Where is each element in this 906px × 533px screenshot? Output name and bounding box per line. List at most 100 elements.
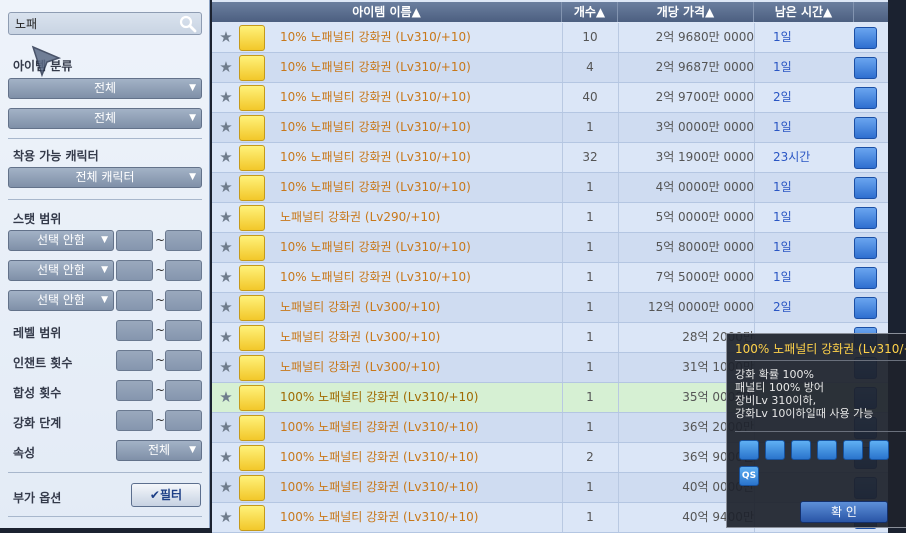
level-min-input[interactable] bbox=[116, 320, 153, 341]
buy-bag-icon[interactable] bbox=[854, 57, 877, 79]
header-quantity[interactable]: 개수▲ bbox=[562, 2, 618, 22]
divider bbox=[8, 472, 202, 473]
item-name[interactable]: 노패널티 강화권 (Lv300/+10) bbox=[280, 293, 440, 322]
table-row[interactable]: ★ 노패널티 강화권 (Lv290/+10) 1 5억 0000만 0000 1일 bbox=[212, 203, 888, 233]
item-name[interactable]: 노패널티 강화권 (Lv290/+10) bbox=[280, 203, 440, 232]
table-row[interactable]: ★ 10% 노패널티 강화권 (Lv310/+10) 1 7억 5000만 0000 1… bbox=[212, 263, 888, 293]
buy-bag-icon[interactable] bbox=[854, 147, 877, 169]
stat-select-3-value: 선택 안함 bbox=[37, 293, 85, 307]
stat-max-input-3[interactable] bbox=[165, 290, 202, 311]
category-select-1[interactable]: 전체 ▼ bbox=[8, 78, 202, 99]
favorite-star-icon[interactable]: ★ bbox=[218, 383, 234, 412]
trade-icon bbox=[869, 440, 889, 460]
enchant-min-input[interactable] bbox=[116, 350, 153, 371]
favorite-star-icon[interactable]: ★ bbox=[218, 443, 234, 472]
stat-select-3[interactable]: 선택 안함 ▼ bbox=[8, 290, 114, 311]
header-remaining-time[interactable]: 남은 시간▲ bbox=[754, 2, 854, 22]
buy-bag-icon[interactable] bbox=[854, 297, 877, 319]
table-row[interactable]: ★ 10% 노패널티 강화권 (Lv310/+10) 1 3억 0000만 0000 1… bbox=[212, 113, 888, 143]
table-row[interactable]: ★ 10% 노패널티 강화권 (Lv310/+10) 10 2억 9680만 0000… bbox=[212, 23, 888, 53]
column-divider bbox=[754, 263, 755, 292]
favorite-star-icon[interactable]: ★ bbox=[218, 23, 234, 52]
tooltip-divider bbox=[735, 360, 906, 361]
item-name[interactable]: 100% 노패널티 강화권 (Lv310/+10) bbox=[280, 443, 478, 472]
filter-button-label: 필터 bbox=[159, 488, 183, 502]
item-name[interactable]: 10% 노패널티 강화권 (Lv310/+10) bbox=[280, 53, 471, 82]
favorite-star-icon[interactable]: ★ bbox=[218, 143, 234, 172]
item-quantity: 1 bbox=[586, 300, 594, 314]
filter-button[interactable]: ✔필터 bbox=[131, 483, 201, 507]
item-name[interactable]: 노패널티 강화권 (Lv300/+10) bbox=[280, 323, 440, 352]
header-unit-price[interactable]: 개당 가격▲ bbox=[618, 2, 754, 22]
table-row[interactable]: ★ 10% 노패널티 강화권 (Lv310/+10) 4 2억 9687만 0000 1… bbox=[212, 53, 888, 83]
upgrade-level-label: 강화 단계 bbox=[13, 416, 62, 430]
item-name[interactable]: 10% 노패널티 강화권 (Lv310/+10) bbox=[280, 23, 471, 52]
favorite-star-icon[interactable]: ★ bbox=[218, 113, 234, 142]
favorite-star-icon[interactable]: ★ bbox=[218, 473, 234, 502]
buy-bag-icon[interactable] bbox=[854, 87, 877, 109]
character-select-value: 전체 캐릭터 bbox=[75, 170, 135, 184]
synthesis-min-input[interactable] bbox=[116, 380, 153, 401]
level-max-input[interactable] bbox=[165, 320, 202, 341]
item-remaining-time: 2일 bbox=[773, 300, 792, 314]
favorite-star-icon[interactable]: ★ bbox=[218, 263, 234, 292]
buy-bag-icon[interactable] bbox=[854, 177, 877, 199]
item-quantity: 1 bbox=[586, 240, 594, 254]
favorite-star-icon[interactable]: ★ bbox=[218, 83, 234, 112]
item-quantity: 10 bbox=[582, 30, 598, 44]
category-select-2[interactable]: 전체 ▼ bbox=[8, 108, 202, 129]
confirm-button[interactable]: 확 인 bbox=[800, 501, 888, 523]
attribute-select[interactable]: 전체 ▼ bbox=[116, 440, 202, 461]
favorite-star-icon[interactable]: ★ bbox=[218, 413, 234, 442]
item-remaining-time: 1일 bbox=[773, 240, 792, 254]
stat-max-input-1[interactable] bbox=[165, 230, 202, 251]
item-name[interactable]: 10% 노패널티 강화권 (Lv310/+10) bbox=[280, 83, 471, 112]
upgrade-min-input[interactable] bbox=[116, 410, 153, 431]
buy-bag-icon[interactable] bbox=[854, 27, 877, 49]
search-input[interactable] bbox=[9, 13, 169, 34]
item-name[interactable]: 10% 노패널티 강화권 (Lv310/+10) bbox=[280, 233, 471, 262]
stat-min-input-2[interactable] bbox=[116, 260, 153, 281]
buy-bag-icon[interactable] bbox=[854, 207, 877, 229]
search-box[interactable] bbox=[8, 12, 202, 35]
stat-min-input-3[interactable] bbox=[116, 290, 153, 311]
enchant-max-input[interactable] bbox=[165, 350, 202, 371]
stat-min-input-1[interactable] bbox=[116, 230, 153, 251]
stat-select-1[interactable]: 선택 안함 ▼ bbox=[8, 230, 114, 251]
favorite-star-icon[interactable]: ★ bbox=[218, 323, 234, 352]
stat-select-2[interactable]: 선택 안함 ▼ bbox=[8, 260, 114, 281]
item-name[interactable]: 10% 노패널티 강화권 (Lv310/+10) bbox=[280, 113, 471, 142]
item-name[interactable]: 100% 노패널티 강화권 (Lv310/+10) bbox=[280, 383, 478, 412]
table-row[interactable]: ★ 10% 노패널티 강화권 (Lv310/+10) 1 5억 8000만 0000 1… bbox=[212, 233, 888, 263]
item-name[interactable]: 100% 노패널티 강화권 (Lv310/+10) bbox=[280, 473, 478, 502]
table-row[interactable]: ★ 10% 노패널티 강화권 (Lv310/+10) 32 3억 1900만 0000… bbox=[212, 143, 888, 173]
table-row[interactable]: ★ 노패널티 강화권 (Lv300/+10) 1 12억 0000만 0000 2일 bbox=[212, 293, 888, 323]
buy-bag-icon[interactable] bbox=[854, 267, 877, 289]
header-item-name[interactable]: 아이템 이름▲ bbox=[212, 2, 562, 22]
upgrade-max-input[interactable] bbox=[165, 410, 202, 431]
item-name[interactable]: 100% 노패널티 강화권 (Lv310/+10) bbox=[280, 413, 478, 442]
character-select[interactable]: 전체 캐릭터 ▼ bbox=[8, 167, 202, 188]
favorite-star-icon[interactable]: ★ bbox=[218, 173, 234, 202]
favorite-star-icon[interactable]: ★ bbox=[218, 203, 234, 232]
buy-bag-icon[interactable] bbox=[854, 117, 877, 139]
favorite-star-icon[interactable]: ★ bbox=[218, 53, 234, 82]
item-name[interactable]: 10% 노패널티 강화권 (Lv310/+10) bbox=[280, 173, 471, 202]
item-name[interactable]: 노패널티 강화권 (Lv300/+10) bbox=[280, 353, 440, 382]
search-icon[interactable] bbox=[179, 15, 197, 33]
stat-range-label: 스탯 범위 bbox=[13, 212, 62, 226]
table-row[interactable]: ★ 10% 노패널티 강화권 (Lv310/+10) 40 2억 9700만 0000… bbox=[212, 83, 888, 113]
item-remaining-time: 1일 bbox=[773, 180, 792, 194]
item-quantity: 1 bbox=[586, 330, 594, 344]
stat-max-input-2[interactable] bbox=[165, 260, 202, 281]
chevron-down-icon: ▼ bbox=[189, 172, 196, 182]
favorite-star-icon[interactable]: ★ bbox=[218, 293, 234, 322]
item-name[interactable]: 10% 노패널티 강화권 (Lv310/+10) bbox=[280, 263, 471, 292]
item-name[interactable]: 10% 노패널티 강화권 (Lv310/+10) bbox=[280, 143, 471, 172]
favorite-star-icon[interactable]: ★ bbox=[218, 353, 234, 382]
equip-type-icon bbox=[739, 440, 759, 460]
favorite-star-icon[interactable]: ★ bbox=[218, 233, 234, 262]
table-row[interactable]: ★ 10% 노패널티 강화권 (Lv310/+10) 1 4억 0000만 0000 1… bbox=[212, 173, 888, 203]
buy-bag-icon[interactable] bbox=[854, 237, 877, 259]
synthesis-max-input[interactable] bbox=[165, 380, 202, 401]
